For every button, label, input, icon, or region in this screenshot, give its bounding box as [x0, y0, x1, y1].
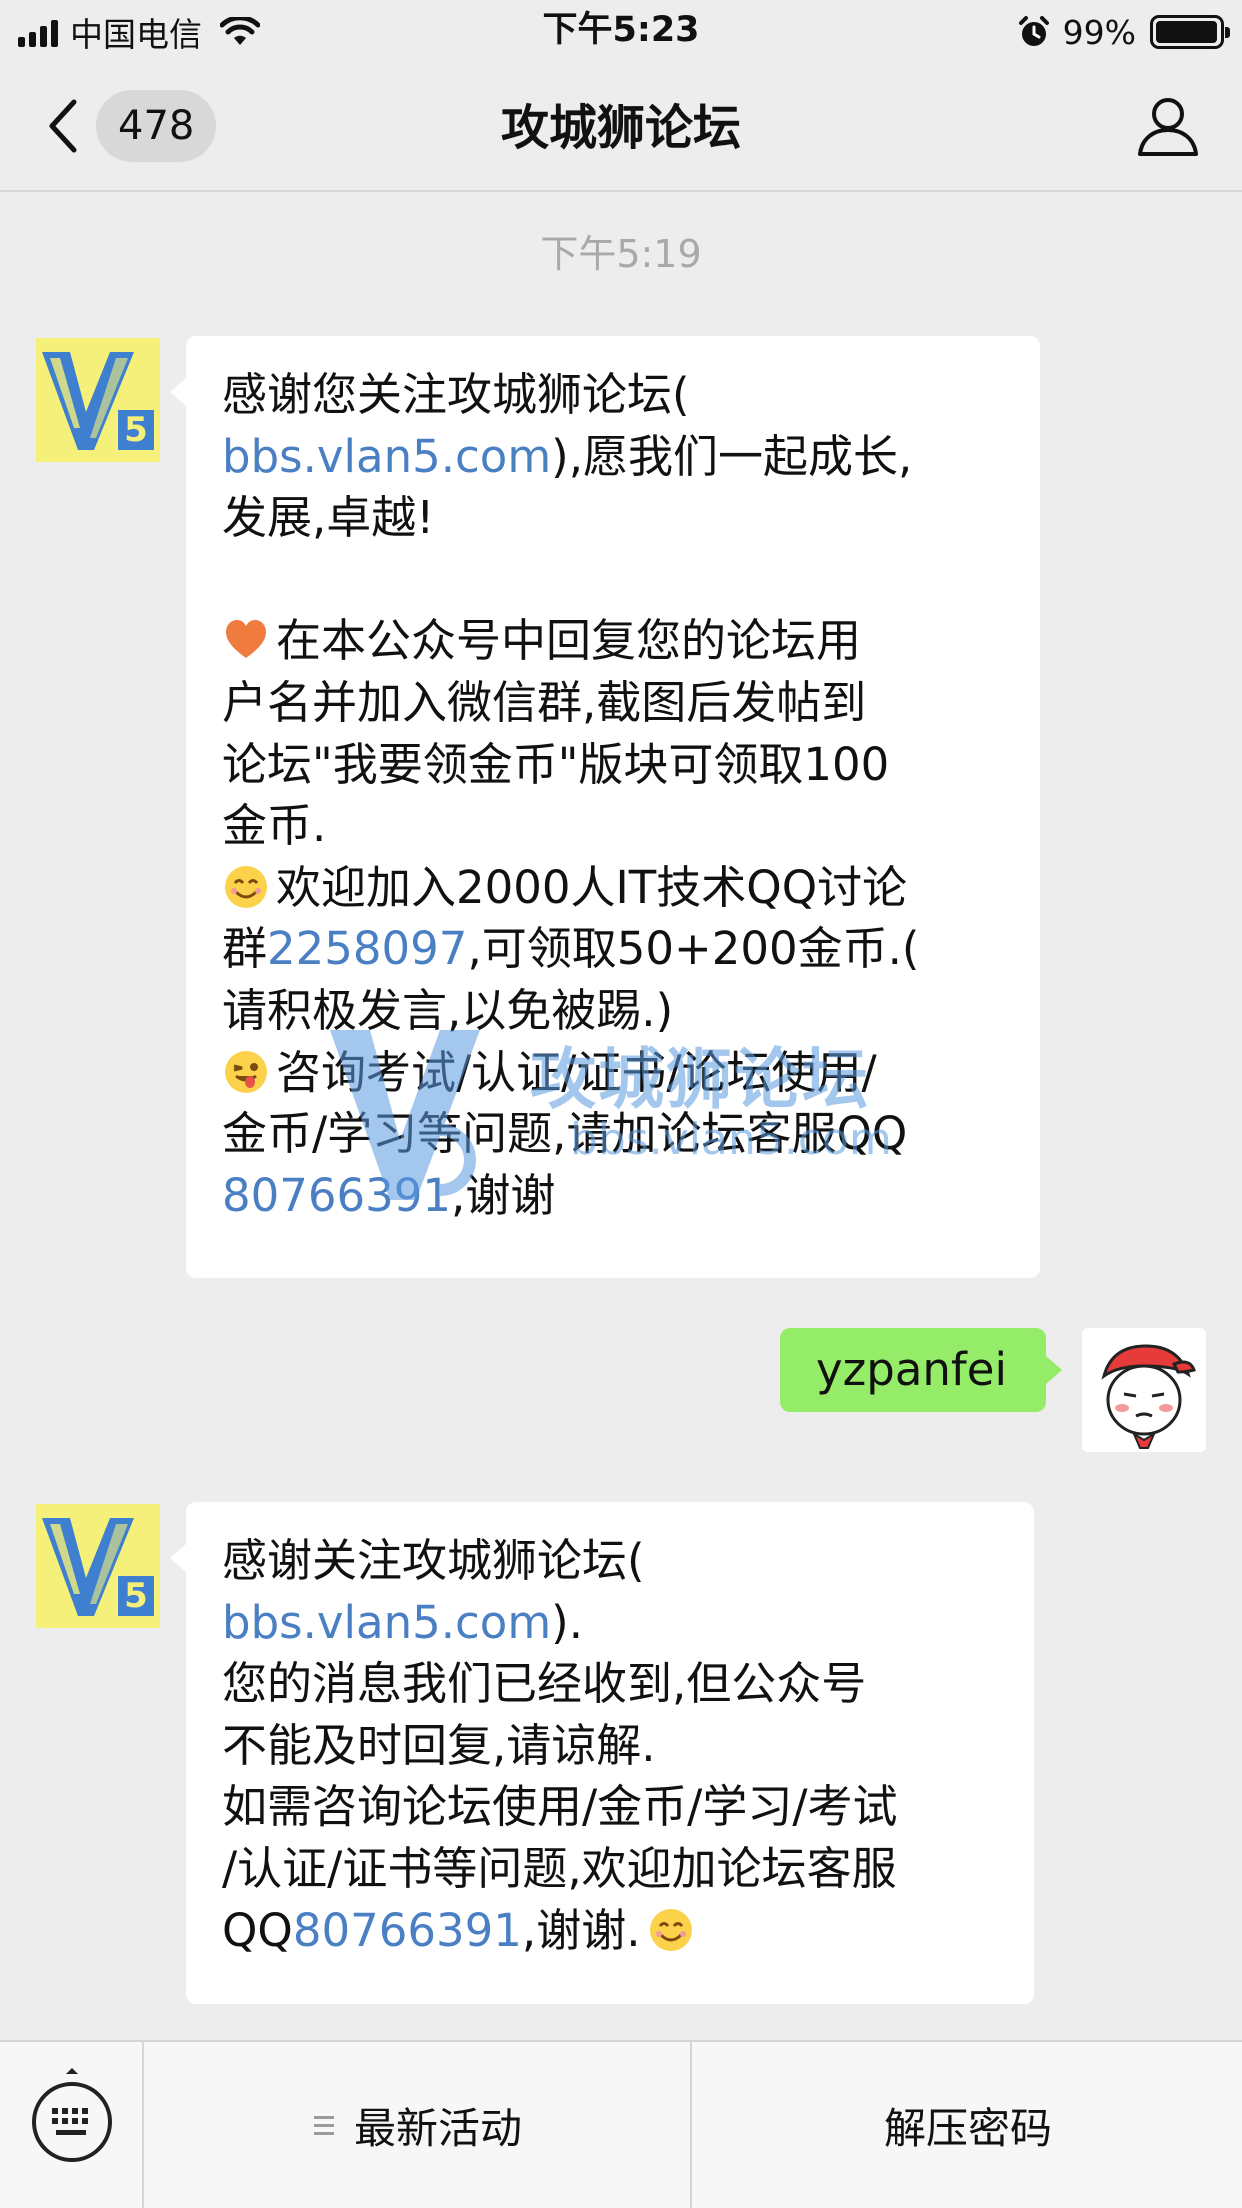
svg-text:5: 5 — [124, 1576, 148, 1616]
cartoon-user-avatar-icon — [1082, 1328, 1206, 1452]
msg2-line-7: QQ80766391,谢谢. — [222, 1900, 1008, 1962]
forum-url-link-2[interactable]: bbs.vlan5.com — [222, 1596, 551, 1649]
menu-unzip-password-label: 解压密码 — [883, 2103, 1052, 2153]
msg1-line-14: 80766391,谢谢 — [222, 1168, 556, 1222]
smile-emoji-icon — [649, 1908, 692, 1951]
message-timestamp: 下午5:19 — [540, 232, 702, 276]
msg1-blank-line — [222, 549, 1014, 611]
wink-tongue-emoji-icon — [225, 1050, 267, 1093]
status-bar: 中国电信 下午5:23 99% — [0, 0, 1242, 64]
qq-service-link-2[interactable]: 80766391 — [293, 1904, 522, 1957]
msg2-line-6: /认证/证书等问题,欢迎加论坛客服 — [222, 1841, 897, 1895]
message-bubble-2[interactable]: 感谢关注攻城狮论坛( bbs.vlan5.com). 您的消息我们已经收到,但公… — [170, 1502, 1034, 2004]
battery-percent: 99% — [1062, 12, 1136, 52]
forum-url-link[interactable]: bbs.vlan5.com — [222, 430, 551, 483]
msg1-line-13: 金币/学习等问题,请加论坛客服QQ — [222, 1107, 908, 1161]
page-title: 攻城狮论坛 — [500, 100, 741, 156]
menu-latest-activity-label: 最新活动 — [353, 2103, 522, 2153]
msg1-line-10: 群2258097,可领取50+200金币.( — [222, 922, 920, 976]
keyboard-icon — [32, 2068, 112, 2162]
msg2-line-3: 您的消息我们已经收到,但公众号 — [222, 1657, 867, 1711]
msg2-line-4: 不能及时回复,请谅解. — [222, 1718, 656, 1772]
bottom-menu-bar: 最新活动 解压密码 — [0, 2040, 1242, 2208]
msg1-line-9: 欢迎加入2000人IT技术QQ讨论 — [222, 857, 1014, 919]
msg2-line-1: 感谢关注攻城狮论坛( — [222, 1534, 645, 1587]
msg2-line-2: bbs.vlan5.com). — [222, 1595, 584, 1649]
battery-icon — [1150, 15, 1230, 49]
heart-emoji-icon — [226, 620, 266, 659]
user-avatar[interactable] — [1082, 1328, 1206, 1452]
keyboard-toggle-button[interactable] — [0, 2042, 144, 2208]
msg1-line-5: 在本公众号中回复您的论坛用 — [222, 610, 1014, 672]
svg-text:5: 5 — [124, 410, 148, 450]
official-account-avatar[interactable]: 5 — [36, 338, 160, 462]
menu-unzip-password[interactable]: 解压密码 — [694, 2042, 1242, 2208]
msg1-line-7: 论坛"我要领金币"版块可领取100 — [222, 737, 890, 791]
user-message-text: yzpanfei — [816, 1343, 1007, 1396]
menu-latest-activity[interactable]: 最新活动 — [146, 2042, 692, 2208]
status-right: 99% — [1017, 12, 1230, 52]
msg1-line-11: 请积极发言,以免被踢.) — [222, 983, 674, 1037]
profile-icon[interactable] — [1134, 92, 1202, 160]
msg1-line-8: 金币. — [222, 799, 327, 853]
nav-bar: 478 攻城狮论坛 — [0, 64, 1242, 192]
v5-logo-icon: 5 — [36, 338, 160, 462]
msg1-line-1: 感谢您关注攻城狮论坛( — [222, 368, 690, 421]
alarm-icon — [1018, 16, 1049, 46]
msg2-line-5: 如需咨询论坛使用/金币/学习/考试 — [222, 1780, 898, 1834]
msg1-line-6: 户名并加入微信群,截图后发帖到 — [222, 675, 867, 729]
official-account-avatar-2[interactable]: 5 — [36, 1504, 160, 1628]
msg1-line-2: bbs.vlan5.com),愿我们一起成长, — [222, 429, 913, 483]
v5-logo-icon: 5 — [36, 1504, 160, 1628]
qq-service-link-1[interactable]: 80766391 — [222, 1169, 451, 1222]
msg1-line-3: 发展,卓越! — [222, 491, 435, 545]
msg1-line-12: 咨询考试/认证/证书/论坛使用/ — [222, 1042, 1014, 1104]
menu-list-icon — [313, 2111, 334, 2140]
user-message-bubble[interactable]: yzpanfei — [780, 1328, 1062, 1412]
qq-group-link[interactable]: 2258097 — [267, 922, 467, 975]
message-bubble-1[interactable]: 感谢您关注攻城狮论坛( bbs.vlan5.com),愿我们一起成长, 发展,卓… — [170, 336, 1040, 1278]
smile-emoji-icon — [225, 865, 267, 908]
